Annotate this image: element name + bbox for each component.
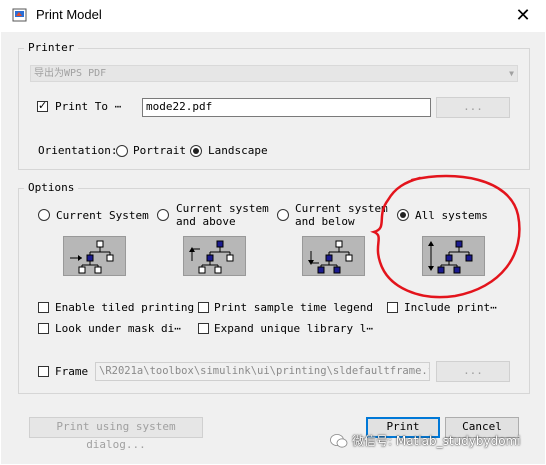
watermark-text: 微信号: Matlab_studybydomi	[352, 434, 521, 448]
current-system-radio[interactable]	[38, 209, 50, 221]
printer-select-value: 导出为WPS PDF	[34, 68, 107, 79]
print-to-label: Print To ⋯	[55, 100, 122, 113]
print-to-checkbox[interactable]	[37, 99, 48, 112]
current-system-above-line2: and above	[176, 215, 236, 228]
frame-label: Frame	[55, 365, 89, 378]
current-system-above-diagram	[183, 236, 246, 276]
current-system-below-diagram	[302, 236, 365, 276]
chevron-down-icon: ▼	[509, 69, 514, 78]
look-under-mask-label: Look under mask di⋯	[55, 322, 181, 335]
matlab-print-icon	[12, 7, 28, 23]
portrait-label: Portrait	[133, 144, 186, 157]
print-using-system-dialog-button[interactable]: Print using system dialog...	[29, 417, 203, 451]
orientation-label: Orientation:	[38, 144, 118, 157]
browse-file-button[interactable]: ...	[436, 97, 510, 118]
landscape-radio[interactable]	[190, 145, 202, 157]
enable-tiled-printing-checkbox[interactable]	[38, 302, 49, 313]
landscape-label: Landscape	[208, 144, 268, 157]
expand-unique-library-label: Expand unique library l⋯	[214, 322, 373, 335]
look-under-mask-checkbox[interactable]	[38, 323, 49, 334]
frame-checkbox[interactable]	[38, 366, 49, 377]
print-sample-time-legend-label: Print sample time legend	[214, 301, 373, 314]
wechat-icon	[330, 434, 348, 448]
enable-tiled-printing-label: Enable tiled printing	[55, 301, 195, 314]
options-group-label: Options	[24, 181, 79, 194]
current-system-label: Current System	[56, 209, 149, 222]
file-name-field[interactable]: mode22.pdf	[142, 98, 431, 117]
current-system-below-radio[interactable]	[277, 209, 289, 221]
current-system-above-line1: Current system	[176, 202, 269, 215]
close-icon[interactable]: ✕	[512, 4, 534, 26]
current-system-above-label: Current system and above	[176, 202, 269, 228]
red-annotation-circle	[370, 174, 521, 299]
current-system-above-radio[interactable]	[157, 209, 169, 221]
frame-path-field[interactable]: \R2021a\toolbox\simulink\ui\printing\sld…	[95, 362, 430, 381]
browse-frame-button[interactable]: ...	[436, 361, 510, 382]
print-sample-time-legend-checkbox[interactable]	[198, 302, 209, 313]
portrait-radio[interactable]	[116, 145, 128, 157]
printer-group-label: Printer	[24, 41, 79, 54]
expand-unique-library-checkbox[interactable]	[198, 323, 209, 334]
title-bar: Print Model ✕	[0, 0, 546, 32]
window-title: Print Model	[36, 7, 102, 22]
printer-select[interactable]: 导出为WPS PDF ▼	[30, 65, 518, 82]
current-system-diagram	[63, 236, 126, 276]
